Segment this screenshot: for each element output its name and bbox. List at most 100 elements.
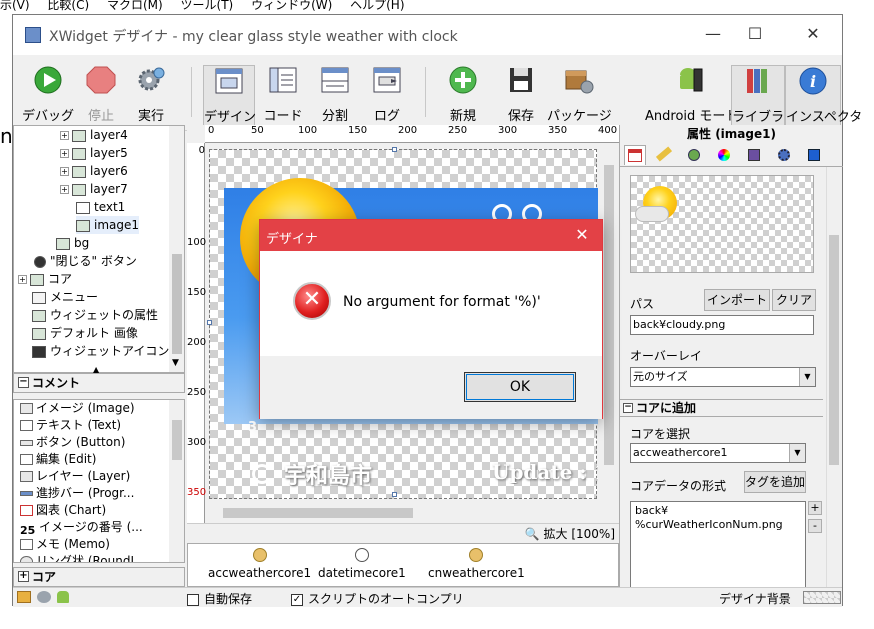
core-cnweather[interactable]: cnweathercore1: [428, 548, 525, 580]
temperature-text[interactable]: 3: [248, 420, 257, 435]
core-panel-header[interactable]: + コア: [13, 567, 185, 587]
checkbox-icon[interactable]: [187, 593, 199, 606]
collapse-icon[interactable]: −: [18, 377, 29, 388]
component-round[interactable]: リング状 (RoundI...: [20, 553, 145, 562]
chevron-down-icon[interactable]: ▼: [789, 444, 805, 462]
inspector-button[interactable]: i インスペクタ: [785, 65, 862, 127]
add-tag-button[interactable]: タグを追加: [744, 471, 806, 493]
component-image[interactable]: イメージ (Image): [20, 400, 135, 417]
library-button[interactable]: ライブラリ: [731, 65, 797, 127]
tree-item-core[interactable]: + コア: [18, 270, 72, 288]
tree-item-layer4[interactable]: + layer4: [60, 126, 128, 144]
log-button[interactable]: ログ: [365, 65, 409, 127]
split-button[interactable]: 分割: [313, 65, 357, 127]
path-input[interactable]: back¥cloudy.png: [630, 315, 814, 335]
tree-item-widget-icon[interactable]: ウィジェットアイコン: [32, 342, 169, 360]
refresh-icon[interactable]: [252, 464, 272, 484]
tab-ruler[interactable]: [654, 145, 676, 165]
tree-item-layer7[interactable]: + layer7: [60, 180, 128, 198]
properties-scrollbar-thumb[interactable]: [829, 235, 839, 465]
designer-bg-swatch[interactable]: [803, 591, 841, 604]
component-text[interactable]: テキスト (Text): [20, 417, 121, 434]
android-mode-button[interactable]: Android モード: [645, 65, 738, 127]
tab-color[interactable]: [714, 145, 736, 165]
design-button[interactable]: デザイン: [203, 65, 256, 127]
component-chart[interactable]: 図表 (Chart): [20, 502, 106, 519]
tree-scrollbar-thumb[interactable]: [172, 254, 182, 354]
expand-icon[interactable]: +: [18, 571, 29, 582]
remove-line-button[interactable]: -: [808, 519, 822, 533]
collapse-icon[interactable]: −: [623, 403, 633, 413]
tab-calendar[interactable]: [624, 145, 646, 165]
android-icon[interactable]: [57, 591, 69, 603]
import-button[interactable]: インポート: [704, 289, 770, 311]
component-list[interactable]: イメージ (Image) テキスト (Text) ボタン (Button) 編集…: [13, 399, 185, 563]
component-list-scrollbar-thumb[interactable]: [172, 420, 182, 460]
expand-icon[interactable]: +: [18, 275, 27, 284]
component-layer[interactable]: レイヤー (Layer): [20, 468, 130, 485]
maximize-button[interactable]: ☐: [743, 23, 767, 47]
scroll-down-icon[interactable]: ▼: [172, 358, 179, 368]
tab-box[interactable]: [804, 145, 826, 165]
component-memo[interactable]: メモ (Memo): [20, 536, 110, 553]
zoom-control[interactable]: 🔍 拡大 [100%]: [525, 525, 615, 542]
resize-handle[interactable]: [392, 492, 397, 497]
run-button[interactable]: 実行: [129, 65, 173, 127]
resize-handle[interactable]: [392, 147, 397, 152]
properties-tabs: [620, 143, 843, 167]
tab-settings[interactable]: [774, 145, 796, 165]
folder-icon[interactable]: [17, 591, 31, 603]
comment-panel-header[interactable]: − コメント: [13, 373, 185, 393]
add-line-button[interactable]: +: [808, 501, 822, 515]
update-time-text[interactable]: Update : 1: [492, 460, 598, 484]
component-button[interactable]: ボタン (Button): [20, 434, 125, 451]
component-edit[interactable]: 編集 (Edit): [20, 451, 96, 468]
stop-button[interactable]: 停止: [79, 65, 123, 127]
chevron-down-icon[interactable]: ▼: [799, 368, 815, 386]
expand-icon[interactable]: +: [60, 131, 69, 140]
tree-item-widget-attributes[interactable]: ウィジェットの属性: [32, 306, 158, 324]
save-button[interactable]: 保存: [499, 65, 543, 127]
debug-button[interactable]: デバッグ: [21, 65, 75, 127]
tree-item-layer5[interactable]: + layer5: [60, 144, 128, 162]
tree-item-close-button[interactable]: "閉じる" ボタン: [34, 252, 137, 270]
dialog-close-button[interactable]: ✕: [570, 224, 594, 246]
tree-item-default-image[interactable]: デフォルト 画像: [32, 324, 138, 342]
overlay-select[interactable]: 元のサイズ ▼: [630, 367, 816, 387]
checkbox-checked-icon[interactable]: ✓: [291, 593, 303, 606]
expand-icon[interactable]: +: [60, 149, 69, 158]
package-button[interactable]: パッケージ: [547, 65, 612, 127]
core-accweather[interactable]: accweathercore1: [208, 548, 311, 580]
tree-item-image1[interactable]: image1: [76, 216, 140, 234]
minimize-button[interactable]: —: [701, 23, 725, 47]
dialog-title-bar[interactable]: デザイナ ✕: [260, 220, 602, 251]
core-data-format-textarea[interactable]: back¥ %curWeatherIconNum.png: [630, 501, 806, 593]
add-to-core-section[interactable]: − コアに追加: [620, 399, 823, 417]
expand-icon[interactable]: +: [60, 185, 69, 194]
resize-handle[interactable]: [207, 320, 212, 325]
gears-icon[interactable]: [37, 591, 51, 603]
city-name-text[interactable]: 宇和島市: [284, 458, 372, 490]
code-button[interactable]: コード: [261, 65, 305, 127]
tree-item-bg[interactable]: bg: [56, 234, 89, 252]
clear-button[interactable]: クリア: [772, 289, 816, 311]
widget-tree-panel[interactable]: + layer4 + layer5 + layer6 + layer7 text1 im…: [13, 125, 185, 373]
close-button[interactable]: ✕: [801, 23, 825, 47]
ok-button[interactable]: OK: [464, 372, 576, 402]
script-autocomplete-checkbox[interactable]: ✓ スクリプトのオートコンプリ: [291, 590, 464, 607]
component-image-number[interactable]: 25 イメージの番号 (...: [20, 519, 143, 537]
component-progress[interactable]: 進捗バー (Progr...: [20, 485, 134, 502]
tree-item-text1[interactable]: text1: [76, 198, 125, 216]
canvas-horizontal-scrollbar-thumb[interactable]: [223, 508, 413, 518]
select-core-select[interactable]: accweathercore1 ▼: [630, 443, 806, 463]
tab-shapes[interactable]: [684, 145, 706, 165]
canvas-vertical-scrollbar-thumb[interactable]: [604, 165, 614, 465]
autosave-checkbox[interactable]: 自動保存: [187, 590, 252, 607]
tree-item-layer6[interactable]: + layer6: [60, 162, 128, 180]
tree-item-menu[interactable]: メニュー: [32, 288, 98, 306]
new-button[interactable]: 新規: [441, 65, 485, 127]
tab-cube[interactable]: [744, 145, 766, 165]
core-datetime[interactable]: datetimecore1: [318, 548, 406, 580]
expand-icon[interactable]: +: [60, 167, 69, 176]
title-bar[interactable]: XWidget デザイナ - my clear glass style weat…: [13, 15, 842, 55]
